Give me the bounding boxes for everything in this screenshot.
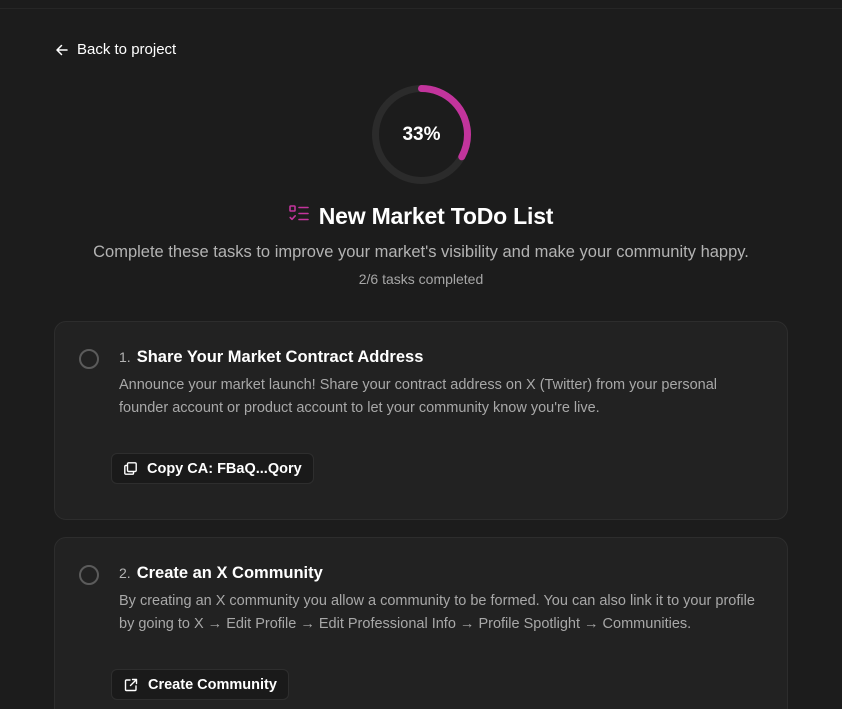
task-header: 2. Create an X Community — [119, 564, 323, 583]
task-description: Announce your market launch! Share your … — [119, 377, 718, 416]
task-checkbox[interactable] — [79, 349, 99, 369]
copy-icon — [124, 462, 137, 475]
create-community-button[interactable]: Create Community — [111, 669, 289, 700]
task-title: Create an X Community — [136, 564, 323, 582]
task-card: 1. Share Your Market Contract Address An… — [54, 321, 788, 520]
task-card: 2. Create an X Community By creating an … — [54, 537, 788, 709]
page-subtitle: Complete these tasks to improve your mar… — [93, 243, 749, 261]
tasks-completed-count: 2/6 tasks completed — [358, 271, 484, 287]
task-description: By creating an X community you allow a c… — [119, 593, 755, 632]
copy-button-label: Copy CA: FBaQ...Qory — [147, 460, 302, 477]
checklist-icon — [288, 205, 309, 228]
progress-ring: 33% — [370, 83, 473, 186]
progress-percent: 33% — [402, 123, 441, 145]
arrow-left-icon — [55, 43, 69, 57]
task-header: 1. Share Your Market Contract Address — [119, 348, 423, 367]
create-community-label: Create Community — [148, 676, 277, 693]
top-divider — [0, 8, 842, 9]
back-link-label: Back to project — [77, 41, 177, 58]
task-checkbox[interactable] — [79, 565, 99, 585]
page-title: New Market ToDo List — [318, 203, 554, 229]
title-row: New Market ToDo List — [0, 203, 842, 230]
task-number: 1. — [119, 349, 131, 365]
page: Back to project 33% New Market ToDo List… — [0, 0, 842, 709]
external-link-icon — [124, 678, 138, 692]
task-title: Share Your Market Contract Address — [136, 348, 424, 366]
task-number: 2. — [119, 565, 131, 581]
copy-contract-address-button[interactable]: Copy CA: FBaQ...Qory — [111, 453, 314, 484]
back-to-project-link[interactable]: Back to project — [55, 41, 176, 58]
